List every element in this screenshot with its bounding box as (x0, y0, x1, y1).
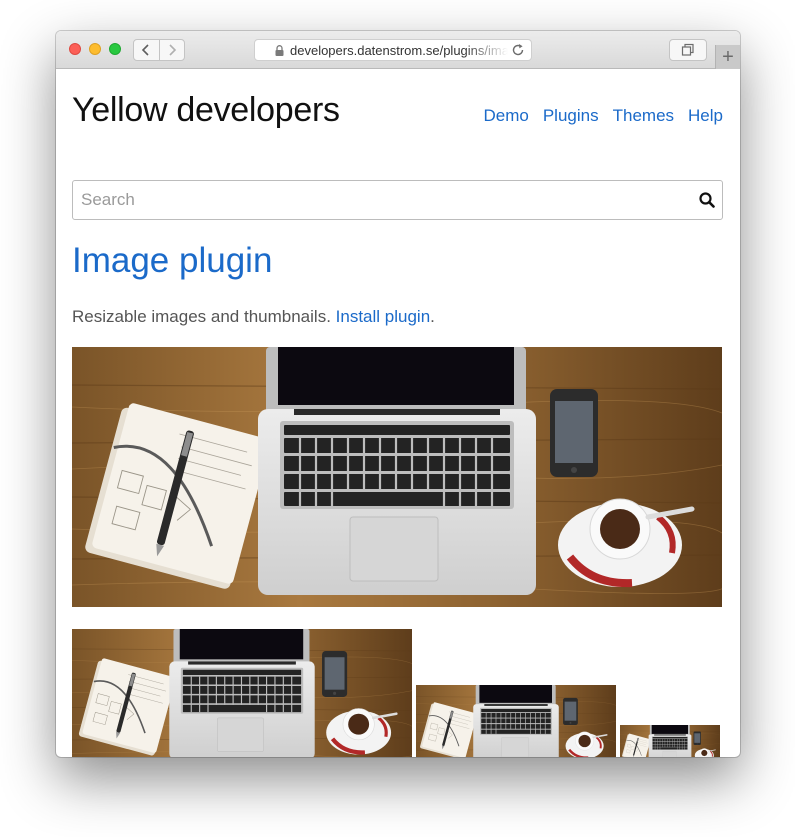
plus-icon: + (722, 45, 734, 68)
chevron-left-icon (142, 44, 149, 56)
address-text: developers.datenstrom.se/plugins/image (290, 42, 508, 58)
address-bar[interactable]: developers.datenstrom.se/plugins/image (254, 39, 532, 61)
show-tabs-button[interactable] (669, 39, 707, 61)
lock-icon (275, 44, 284, 56)
intro-period: . (430, 307, 435, 326)
intro-paragraph: Resizable images and thumbnails. Install… (72, 307, 435, 327)
search-icon[interactable] (699, 192, 715, 213)
reload-icon[interactable] (511, 43, 525, 60)
tabs-overview-icon (681, 43, 694, 56)
search-input[interactable] (81, 181, 681, 219)
browser-titlebar: developers.datenstrom.se/plugins/image + (56, 31, 740, 69)
search-box (72, 180, 723, 220)
browser-window: developers.datenstrom.se/plugins/image +… (56, 31, 740, 757)
site-navigation: Demo Plugins Themes Help (483, 106, 723, 126)
thumbnail-large (72, 629, 412, 757)
page-title[interactable]: Image plugin (72, 241, 272, 281)
history-navigation (133, 39, 185, 61)
new-tab-button[interactable]: + (715, 45, 740, 69)
zoom-window-button[interactable] (109, 43, 121, 55)
thumbnail-medium (416, 685, 616, 757)
thumbnail-small (620, 725, 720, 757)
close-window-button[interactable] (69, 43, 81, 55)
nav-link-plugins[interactable]: Plugins (543, 106, 599, 126)
nav-link-demo[interactable]: Demo (483, 106, 528, 126)
back-button[interactable] (134, 40, 159, 60)
install-plugin-link[interactable]: Install plugin (336, 307, 431, 326)
page-content: Yellow developers Demo Plugins Themes He… (56, 69, 740, 757)
minimize-window-button[interactable] (89, 43, 101, 55)
main-image (72, 347, 722, 607)
intro-text: Resizable images and thumbnails. (72, 307, 336, 326)
nav-link-themes[interactable]: Themes (613, 106, 674, 126)
forward-button[interactable] (158, 40, 185, 60)
nav-link-help[interactable]: Help (688, 106, 723, 126)
site-title[interactable]: Yellow developers (72, 91, 340, 130)
chevron-right-icon (169, 44, 176, 56)
